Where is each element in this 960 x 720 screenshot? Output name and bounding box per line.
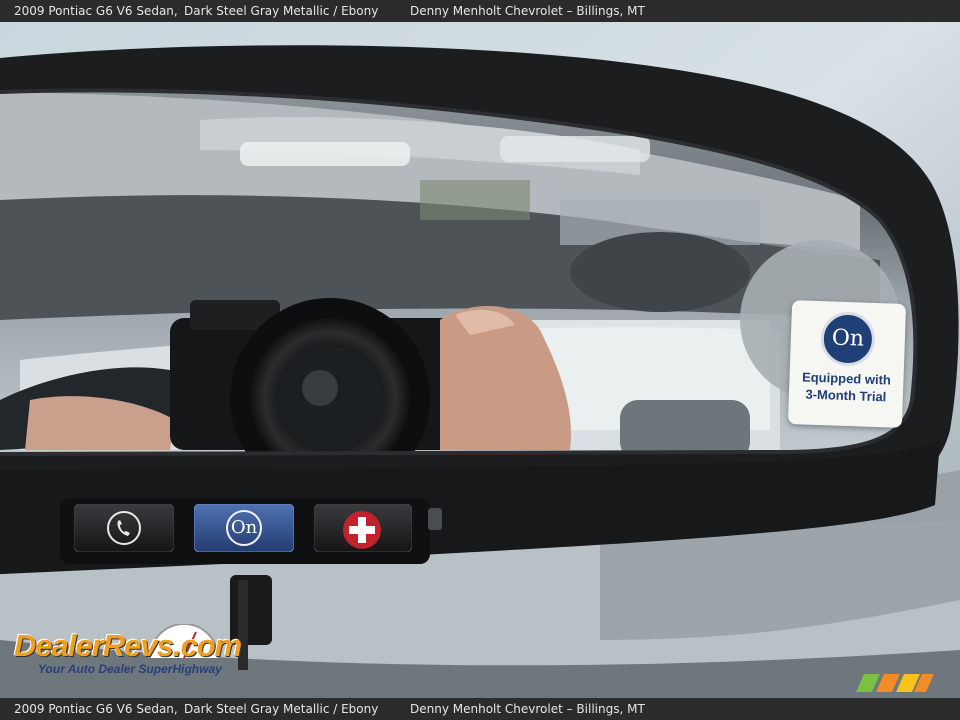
onstar-logo: On: [819, 311, 876, 367]
dealer-name-bottom: Denny Menholt Chevrolet – Billings, MT: [410, 702, 645, 716]
watermark-brand: DealerRevs.com: [14, 628, 242, 663]
emergency-button[interactable]: [313, 503, 413, 553]
stripes-logo-icon: [856, 674, 934, 692]
red-cross-icon: [313, 503, 413, 553]
caption-bar-top: 2009 Pontiac G6 V6 Sedan, Dark Steel Gra…: [0, 0, 960, 22]
watermark-tagline: Your Auto Dealer SuperHighway: [38, 662, 222, 676]
phone-icon: [73, 503, 175, 553]
onstar-sticker: On Equipped with 3-Month Trial: [787, 300, 907, 428]
onstar-button-label: On: [230, 517, 258, 538]
vehicle-color: Dark Steel Gray Metallic / Ebony: [184, 4, 379, 18]
onstar-button[interactable]: On: [193, 503, 295, 553]
vehicle-color-bottom: Dark Steel Gray Metallic / Ebony: [184, 702, 379, 716]
caption-bar-bottom: 2009 Pontiac G6 V6 Sedan, Dark Steel Gra…: [0, 698, 960, 720]
dealerrevs-watermark: DealerRevs.com Your Auto Dealer SuperHig…: [14, 624, 242, 676]
phone-button[interactable]: [73, 503, 175, 553]
sticker-line-2: 3-Month Trial: [805, 386, 887, 405]
dealer-name: Denny Menholt Chevrolet – Billings, MT: [410, 4, 645, 18]
